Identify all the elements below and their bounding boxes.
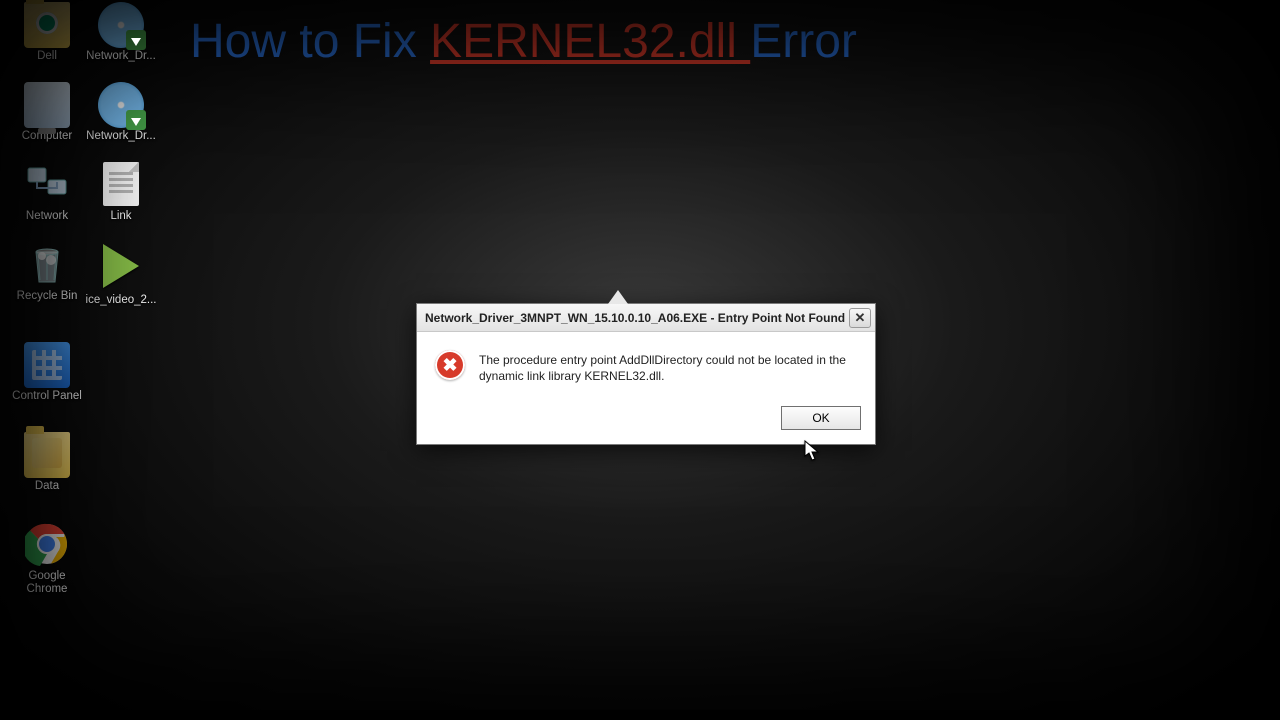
- icon-label: Data: [10, 480, 84, 493]
- icon-label: Control Panel: [10, 390, 84, 403]
- desktop-icon-network-driver-1[interactable]: Network_Dr...: [84, 2, 158, 63]
- folder-icon: [24, 2, 70, 48]
- network-icon: [24, 162, 70, 208]
- icon-label: Recycle Bin: [10, 290, 84, 303]
- chrome-icon: [24, 522, 70, 568]
- folder-icon: [24, 432, 70, 478]
- video-title-overlay: How to Fix KERNEL32.dll Error: [190, 14, 857, 69]
- desktop-icon-chrome[interactable]: Google Chrome: [10, 522, 84, 596]
- desktop-icon-recycle-bin[interactable]: Recycle Bin: [10, 242, 84, 303]
- control-panel-icon: [24, 342, 70, 388]
- close-button[interactable]: ✕: [849, 308, 871, 328]
- dialog-message: The procedure entry point AddDllDirector…: [479, 350, 853, 384]
- icon-label: ice_video_2...: [84, 294, 158, 307]
- icon-label: Dell: [10, 50, 84, 63]
- desktop-icon-link[interactable]: Link: [84, 162, 158, 223]
- installer-disc-icon: [98, 82, 144, 128]
- desktop-icon-network[interactable]: Network: [10, 162, 84, 223]
- file-icon: [103, 162, 139, 206]
- installer-disc-icon: [98, 2, 144, 48]
- dialog-titlebar[interactable]: Network_Driver_3MNPT_WN_15.10.0.10_A06.E…: [417, 304, 875, 332]
- icon-label: Link: [84, 210, 158, 223]
- close-icon: ✕: [855, 310, 866, 326]
- desktop-icon-ice-video[interactable]: ice_video_2...: [84, 242, 158, 307]
- play-icon: [103, 244, 139, 288]
- computer-icon: [24, 82, 70, 128]
- title-part1: How to Fix: [190, 15, 430, 68]
- desktop-icon-dell[interactable]: Dell: [10, 2, 84, 63]
- icon-label: Network_Dr...: [84, 130, 158, 143]
- error-icon: ✖: [435, 350, 465, 380]
- desktop-icon-control-panel[interactable]: Control Panel: [10, 342, 84, 403]
- error-dialog: Network_Driver_3MNPT_WN_15.10.0.10_A06.E…: [416, 303, 876, 445]
- icon-label: Google Chrome: [10, 570, 84, 596]
- desktop-icon-computer[interactable]: Computer: [10, 82, 84, 143]
- icon-label: Network: [10, 210, 84, 223]
- desktop-icon-data[interactable]: Data: [10, 432, 84, 493]
- callout-notch: [608, 290, 628, 304]
- recycle-bin-icon: [24, 242, 70, 288]
- icon-label: Network_Dr...: [84, 50, 158, 63]
- desktop-icon-network-driver-2[interactable]: Network_Dr...: [84, 82, 158, 143]
- title-highlight: KERNEL32.dll: [430, 15, 750, 68]
- title-part2: Error: [750, 15, 857, 68]
- ok-button[interactable]: OK: [781, 406, 861, 430]
- dialog-title: Network_Driver_3MNPT_WN_15.10.0.10_A06.E…: [425, 311, 845, 325]
